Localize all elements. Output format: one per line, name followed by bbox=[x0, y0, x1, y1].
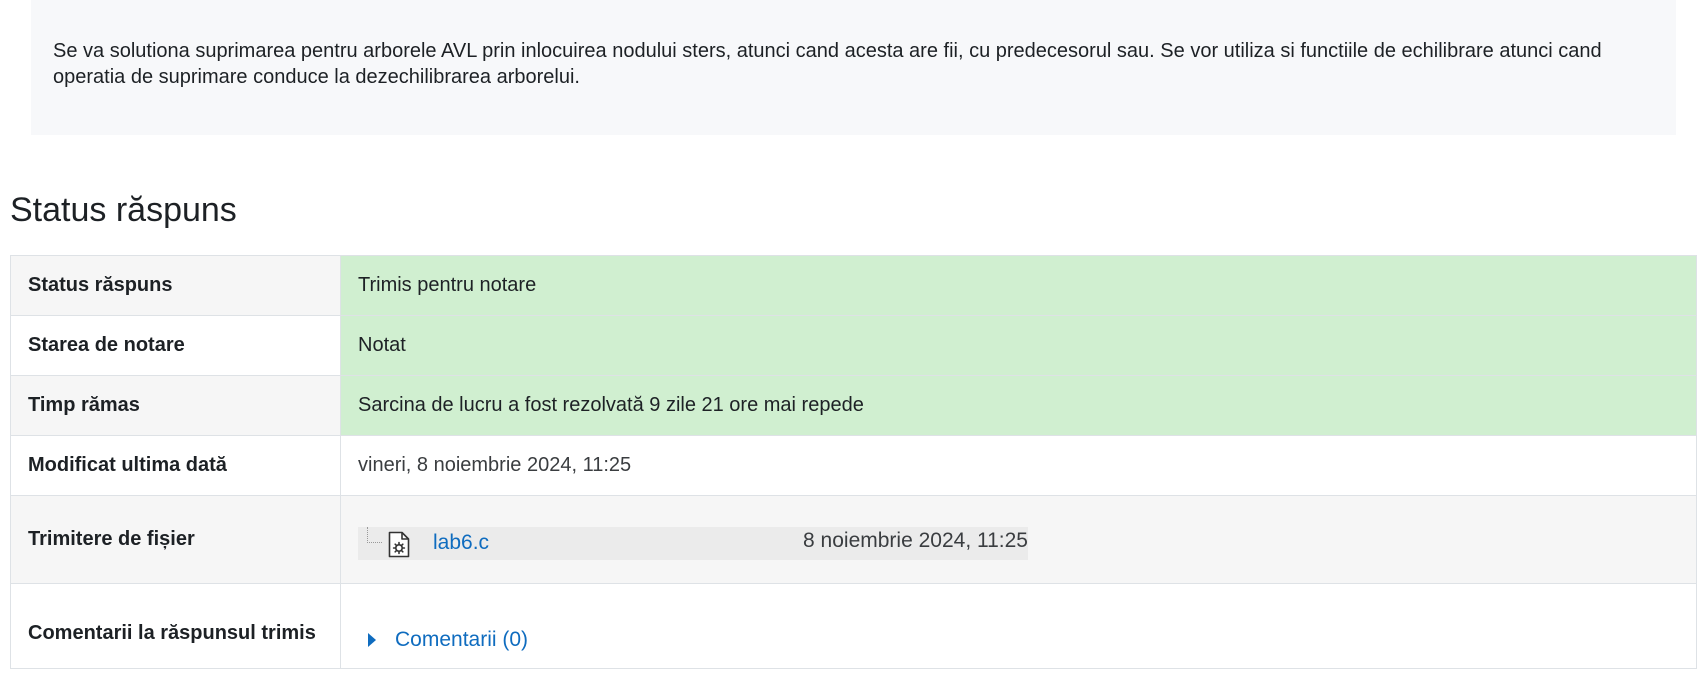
file-date: 8 noiembrie 2024, 11:25 bbox=[803, 529, 1028, 552]
table-row: Status răspuns Trimis pentru notare bbox=[10, 255, 1697, 316]
row-label: Status răspuns bbox=[10, 255, 341, 316]
submission-status-value: Trimis pentru notare bbox=[340, 255, 1697, 316]
table-row: Trimitere de fișier lab6.c 8 noiembrie 2… bbox=[10, 495, 1697, 584]
file-tree-item: lab6.c 8 noiembrie 2024, 11:25 bbox=[358, 527, 1028, 560]
submitted-file-link[interactable]: lab6.c bbox=[433, 531, 489, 555]
time-remaining-value: Sarcina de lucru a fost rezolvată 9 zile… bbox=[340, 375, 1697, 436]
table-row: Timp rămas Sarcina de lucru a fost rezol… bbox=[10, 375, 1697, 436]
intro-text: Se va solutiona suprimarea pentru arbore… bbox=[53, 40, 1602, 88]
file-submission-cell: lab6.c 8 noiembrie 2024, 11:25 bbox=[340, 495, 1697, 584]
table-row: Comentarii la răspunsul trimis Comentari… bbox=[10, 583, 1697, 669]
grading-status-value: Notat bbox=[340, 315, 1697, 376]
row-label: Trimitere de fișier bbox=[10, 495, 341, 584]
row-label: Timp rămas bbox=[10, 375, 341, 436]
section-title: Status răspuns bbox=[10, 191, 237, 229]
submission-comments-cell: Comentarii (0) bbox=[340, 583, 1697, 669]
table-row: Modificat ultima dată vineri, 8 noiembri… bbox=[10, 435, 1697, 496]
tree-connector bbox=[367, 527, 382, 543]
row-label: Comentarii la răspunsul trimis bbox=[10, 583, 341, 669]
comments-toggle[interactable]: Comentarii (0) bbox=[368, 628, 1679, 652]
row-label-text: Comentarii la răspunsul trimis bbox=[28, 622, 316, 644]
caret-right-icon[interactable] bbox=[368, 633, 376, 647]
row-label: Starea de notare bbox=[10, 315, 341, 376]
table-row: Starea de notare Notat bbox=[10, 315, 1697, 376]
comments-link[interactable]: Comentarii (0) bbox=[395, 628, 528, 652]
file-code-icon bbox=[388, 531, 410, 558]
last-modified-value: vineri, 8 noiembrie 2024, 11:25 bbox=[340, 435, 1697, 496]
row-label: Modificat ultima dată bbox=[10, 435, 341, 496]
submission-status-table: Status răspuns Trimis pentru notare Star… bbox=[10, 255, 1697, 669]
assignment-intro: Se va solutiona suprimarea pentru arbore… bbox=[31, 0, 1676, 135]
